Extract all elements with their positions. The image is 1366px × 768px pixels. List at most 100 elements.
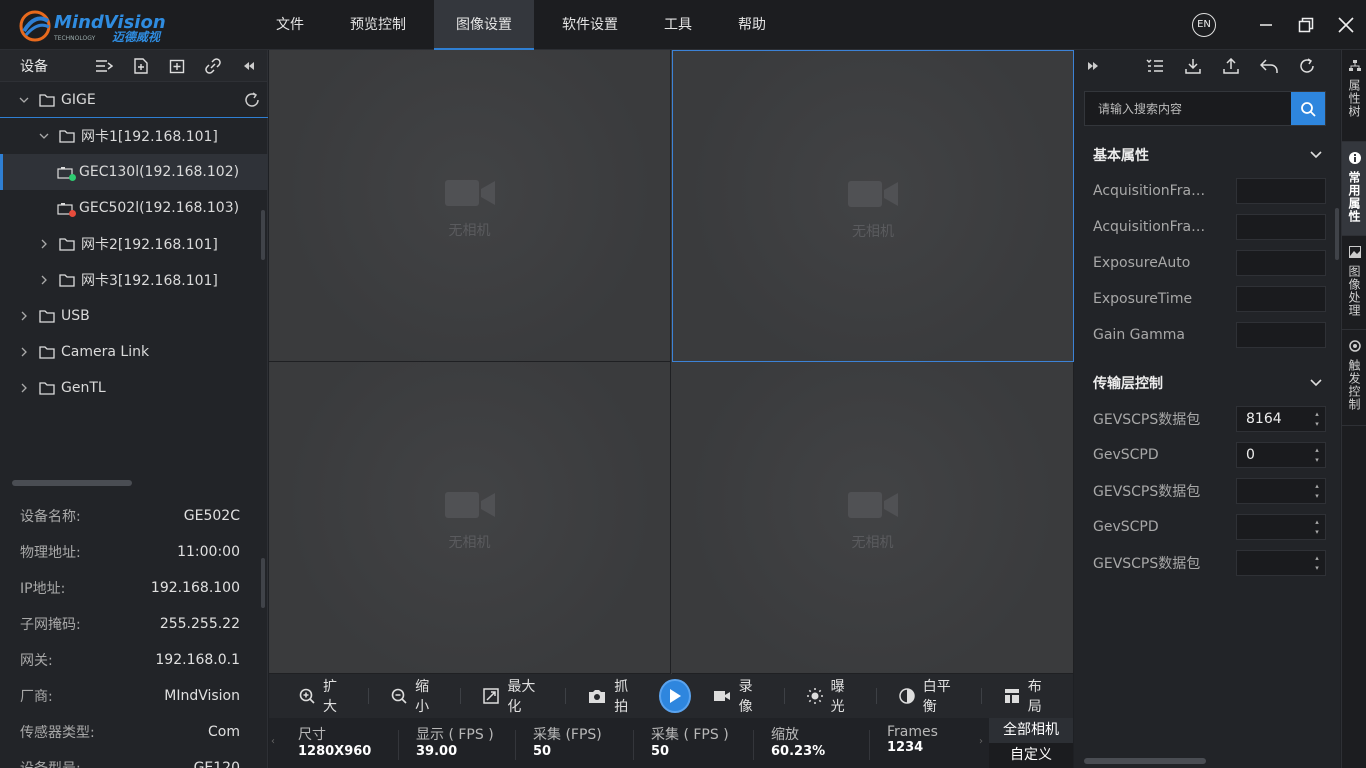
menu-item-5[interactable]: 帮助	[720, 0, 784, 50]
control-zoom-out-button[interactable]: 缩小	[391, 676, 438, 716]
camera-view-1[interactable]: 无相机	[269, 50, 671, 362]
tree-node[interactable]: 网卡3[192.168.101]	[0, 262, 268, 298]
property-value-field[interactable]: ▴ ▾	[1236, 478, 1326, 504]
control-maximize-button[interactable]: 最大化	[483, 676, 543, 716]
side-tab-info[interactable]: 常用属性	[1342, 142, 1366, 236]
no-camera-label: 无相机	[851, 535, 894, 551]
control-snapshot-button[interactable]: 抓拍	[588, 676, 637, 716]
property-name: GevSCPD	[1093, 519, 1159, 535]
property-value-field[interactable]	[1236, 286, 1326, 312]
info-icon	[1348, 152, 1361, 167]
control-zoom-in-button[interactable]: 扩大	[299, 676, 346, 716]
control-record-button[interactable]: 录像	[713, 676, 762, 716]
link-icon[interactable]	[195, 50, 231, 82]
tree-node[interactable]: 网卡2[192.168.101]	[0, 226, 268, 262]
section-basic-properties[interactable]: 基本属性	[1074, 137, 1340, 173]
property-row: AcquisitionFram...	[1074, 209, 1340, 245]
chevron-down-icon[interactable]	[37, 132, 51, 140]
tab-custom[interactable]: 自定义	[989, 743, 1073, 768]
info-scrollbar[interactable]	[261, 558, 265, 608]
control-exposure-button[interactable]: 曝光	[806, 676, 854, 716]
property-value-field[interactable]: 0 ▴ ▾	[1236, 442, 1326, 468]
property-horizontal-scrollbar[interactable]	[1084, 758, 1326, 764]
tree-node[interactable]: 网卡1[192.168.101]	[0, 118, 268, 154]
menu-item-1[interactable]: 预览控制	[332, 0, 424, 50]
chevron-right-icon[interactable]	[17, 347, 31, 357]
info-row: 物理地址: 11:00:00	[0, 534, 268, 570]
video-camera-icon	[444, 492, 495, 524]
tab-all-cameras[interactable]: 全部相机	[989, 718, 1073, 743]
tree-node[interactable]: Camera Link	[0, 334, 268, 370]
upload-icon[interactable]	[1212, 50, 1250, 82]
add-device-icon[interactable]	[123, 50, 159, 82]
chevron-right-icon[interactable]	[37, 275, 51, 285]
spinner-arrows-icon[interactable]: ▴ ▾	[1313, 445, 1321, 465]
side-tab-image[interactable]: 图像处理	[1342, 236, 1366, 330]
spinner-arrows-icon[interactable]: ▴ ▾	[1313, 553, 1321, 573]
spinner-arrows-icon[interactable]: ▴ ▾	[1313, 481, 1321, 501]
camera-view-3[interactable]: 无相机	[269, 362, 671, 674]
chevron-down-icon[interactable]	[17, 96, 31, 104]
list-icon[interactable]	[1136, 50, 1174, 82]
camera-view-2[interactable]: 无相机	[672, 50, 1074, 362]
side-tab-trigger[interactable]: 触发控制	[1342, 330, 1366, 426]
search-button[interactable]	[1291, 92, 1325, 125]
chevron-right-icon[interactable]	[37, 239, 51, 249]
undo-icon[interactable]	[1250, 50, 1288, 82]
divider	[368, 688, 370, 704]
control-white-balance-button[interactable]: 白平衡	[899, 676, 959, 716]
restore-button[interactable]	[1286, 0, 1326, 50]
property-value-field[interactable]: 8164 ▴ ▾	[1236, 406, 1326, 432]
spinner-arrows-icon[interactable]: ▴ ▾	[1313, 517, 1321, 537]
control-layout-button[interactable]: 布局	[1004, 676, 1051, 716]
menu-item-0[interactable]: 文件	[258, 0, 322, 50]
download-icon[interactable]	[1174, 50, 1212, 82]
tree-node[interactable]: GIGE	[0, 82, 268, 118]
property-value-field[interactable]	[1236, 322, 1326, 348]
spinner-arrows-icon[interactable]: ▴ ▾	[1313, 409, 1321, 429]
menu-item-2[interactable]: 图像设置	[434, 0, 534, 50]
collapse-panel-icon[interactable]	[231, 50, 267, 82]
tree-node[interactable]: GEC502l(192.168.103)	[0, 190, 268, 226]
info-value: 192.168.0.1	[155, 652, 240, 668]
property-value-field[interactable]	[1236, 250, 1326, 276]
add-group-icon[interactable]	[159, 50, 195, 82]
info-key: 传感器类型:	[20, 725, 95, 741]
tree-node[interactable]: USB	[0, 298, 268, 334]
camera-view-4[interactable]: 无相机	[672, 362, 1074, 674]
property-value-field[interactable]	[1236, 214, 1326, 240]
tree-node[interactable]: GenTL	[0, 370, 268, 406]
camera-icon	[57, 202, 76, 217]
tree-scrollbar[interactable]	[261, 210, 265, 260]
search-input[interactable]	[1085, 92, 1291, 125]
chevron-right-icon[interactable]	[17, 383, 31, 393]
language-toggle[interactable]: EN	[1192, 13, 1216, 37]
section-transport-layer[interactable]: 传输层控制	[1074, 365, 1340, 401]
video-camera-icon	[848, 181, 898, 213]
property-panel: 基本属性 AcquisitionFram... AcquisitionFram..…	[1074, 50, 1340, 768]
control-label: 抓拍	[614, 679, 629, 715]
side-tab-tree[interactable]: 属性树	[1342, 50, 1366, 142]
stat-label: 缩放	[771, 727, 799, 743]
white-balance-icon	[899, 688, 915, 704]
close-button[interactable]	[1326, 0, 1366, 50]
chevron-right-icon[interactable]	[17, 311, 31, 321]
property-scrollbar[interactable]	[1335, 208, 1339, 260]
scroll-left-icon[interactable]: ‹	[271, 736, 275, 747]
svg-text:迈德威视: 迈德威视	[112, 30, 162, 43]
property-value-field[interactable]: ▴ ▾	[1236, 550, 1326, 576]
minimize-button[interactable]	[1246, 0, 1286, 50]
refresh-icon[interactable]	[1288, 50, 1326, 82]
tree-horizontal-scrollbar[interactable]	[0, 478, 268, 488]
list-collapse-icon[interactable]	[86, 50, 122, 82]
property-value-field[interactable]	[1236, 178, 1326, 204]
menu-item-4[interactable]: 工具	[646, 0, 710, 50]
scroll-right-icon[interactable]: ›	[979, 736, 983, 747]
play-button[interactable]	[659, 679, 691, 713]
expand-panel-icon[interactable]	[1074, 50, 1112, 82]
refresh-icon[interactable]	[244, 92, 260, 112]
stat-value: 39.00	[416, 744, 458, 759]
menu-item-3[interactable]: 软件设置	[544, 0, 636, 50]
tree-node[interactable]: GEC130l(192.168.102)	[0, 154, 268, 190]
property-value-field[interactable]: ▴ ▾	[1236, 514, 1326, 540]
